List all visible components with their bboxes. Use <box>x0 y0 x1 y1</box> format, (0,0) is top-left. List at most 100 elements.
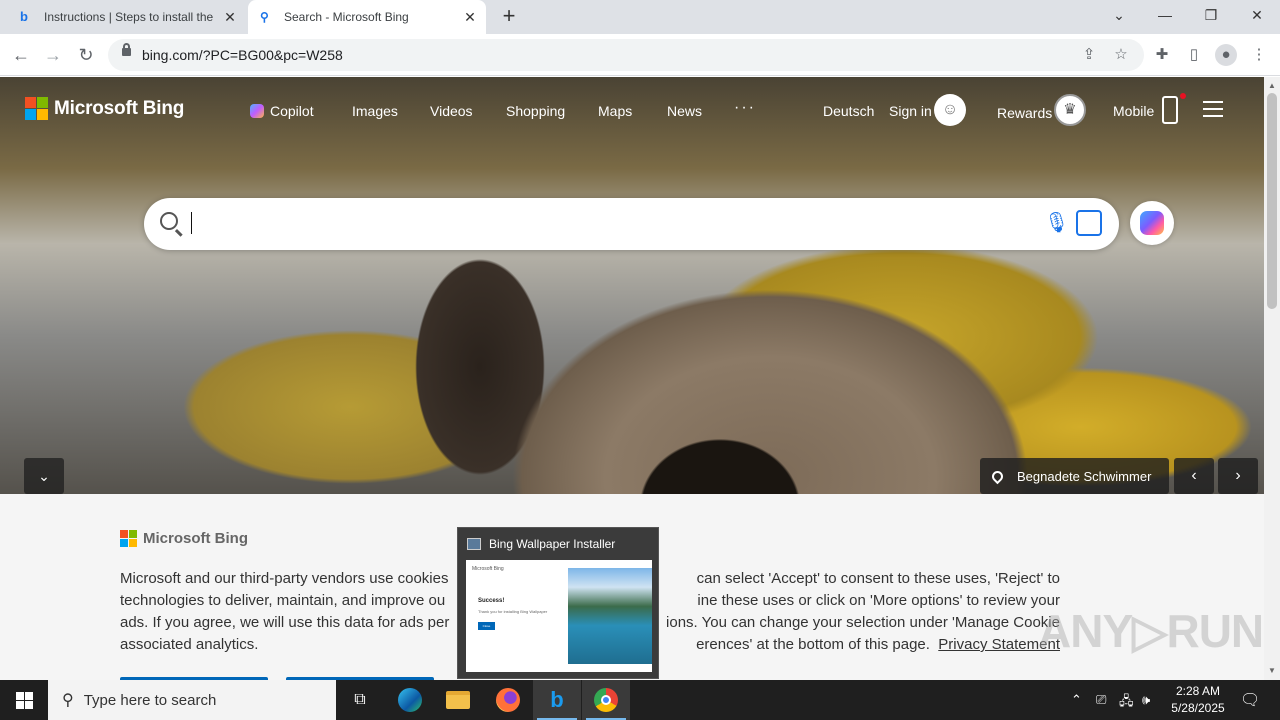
tab-title: Search - Microsoft Bing <box>284 10 409 24</box>
close-tab-icon[interactable]: ✕ <box>462 9 478 26</box>
installer-app-icon <box>467 538 481 550</box>
nav-maps[interactable]: Maps <box>598 103 632 119</box>
search-icon: ⚲ <box>62 692 74 709</box>
sign-in-link[interactable]: Sign in <box>889 103 932 119</box>
profile-icon[interactable]: ● <box>1215 44 1237 66</box>
taskbar-search-box[interactable]: ⚲ Type here to search <box>48 680 336 720</box>
thumbnail-landscape-image <box>568 568 652 664</box>
share-icon[interactable]: ⇪ <box>1080 46 1098 64</box>
scroll-down-arrow-icon[interactable]: ▼ <box>1268 666 1276 675</box>
cookie-text-line: Microsoft and our third-party vendors us… <box>120 570 449 587</box>
nav-copilot-label: Copilot <box>270 103 314 119</box>
taskbar-thumbnail-preview[interactable]: Bing Wallpaper Installer Microsoft Bing … <box>457 527 659 679</box>
cookie-text-line: erences' at the bottom of this page. <box>696 636 930 653</box>
hamburger-menu-icon[interactable] <box>1203 101 1223 117</box>
side-panel-icon[interactable]: ▯ <box>1185 46 1203 64</box>
nav-videos[interactable]: Videos <box>430 103 473 119</box>
thumbnail-window: Microsoft Bing Success! Thank you for in… <box>466 560 652 672</box>
thumbnail-title: Bing Wallpaper Installer <box>489 537 616 551</box>
previous-image-button[interactable]: ‹ <box>1174 458 1214 494</box>
extensions-icon[interactable]: ✚ <box>1153 46 1171 64</box>
bing-icon: b <box>20 9 28 24</box>
phone-icon[interactable] <box>1162 96 1178 124</box>
cookie-text-line: can select 'Accept' to consent to these … <box>696 570 1060 587</box>
nav-images[interactable]: Images <box>352 103 398 119</box>
microsoft-logo-icon <box>25 97 48 120</box>
tab-title: Instructions | Steps to install the <box>44 10 214 24</box>
browser-toolbar: ← → ↻ bing.com/?PC=BG00&pc=W258 ⇪ ☆ ✚ ▯ … <box>0 34 1280 76</box>
thumbnail-close-button: Close <box>478 622 495 630</box>
tab-instructions[interactable]: b Instructions | Steps to install the ✕ <box>8 0 246 34</box>
nav-more[interactable]: ··· <box>734 99 756 117</box>
lock-icon[interactable] <box>122 43 131 56</box>
hero-background-image: Microsoft Bing Copilot Images Videos Sho… <box>0 77 1264 494</box>
search-icon[interactable] <box>160 212 178 230</box>
nav-copilot[interactable]: Copilot <box>250 103 314 119</box>
cookie-text-line: technologies to deliver, maintain, and i… <box>120 592 446 609</box>
close-tab-icon[interactable]: ✕ <box>222 9 238 26</box>
cookie-text-line: ions. You can change your selection unde… <box>666 614 1060 631</box>
cookie-text-line: ads. If you agree, we will use this data… <box>120 614 450 631</box>
restore-button[interactable]: ❐ <box>1188 0 1234 30</box>
cookie-text-line: ine these uses or click on 'More options… <box>697 592 1060 609</box>
thumbnail-heading: Success! <box>478 598 505 604</box>
bookmark-star-icon[interactable]: ☆ <box>1112 46 1130 64</box>
firefox-icon[interactable] <box>484 680 532 720</box>
tray-overflow-icon[interactable]: ⌃ <box>1071 692 1082 708</box>
cookie-text-line: associated analytics. <box>120 636 259 653</box>
search-input[interactable] <box>191 212 192 234</box>
cookie-banner-brand: Microsoft Bing <box>143 530 248 547</box>
chevron-down-icon[interactable]: ⌄ <box>24 458 64 494</box>
cookie-banner-logo: Microsoft Bing <box>120 530 248 547</box>
image-location-label: Begnadete Schwimmer <box>1017 468 1152 484</box>
trophy-icon[interactable]: ♛ <box>1054 94 1086 126</box>
kebab-menu-icon[interactable]: ⋮ <box>1250 46 1268 64</box>
nav-news[interactable]: News <box>667 103 702 119</box>
location-pin-icon <box>989 468 1006 484</box>
search-box[interactable]: 🎙 <box>144 198 1119 250</box>
vertical-scrollbar[interactable]: ▲ ▼ <box>1264 77 1280 680</box>
microsoft-logo-icon <box>120 530 137 547</box>
language-link[interactable]: Deutsch <box>823 103 874 119</box>
chrome-icon[interactable] <box>582 680 630 720</box>
network-icon[interactable]: 🖧 <box>1119 692 1134 714</box>
image-info-button[interactable]: Begnadete Schwimmer <box>980 458 1169 494</box>
clock-time: 2:28 AM <box>1175 684 1221 698</box>
forward-arrow-icon[interactable]: → <box>42 44 64 66</box>
visual-search-icon[interactable] <box>1076 210 1102 236</box>
nav-shopping[interactable]: Shopping <box>506 103 565 119</box>
url-text[interactable]: bing.com/?PC=BG00&pc=W258 <box>142 47 343 63</box>
start-button[interactable] <box>0 680 48 720</box>
user-avatar-icon[interactable]: ☺ <box>934 94 966 126</box>
address-bar[interactable]: bing.com/?PC=BG00&pc=W258 ⇪ ☆ <box>108 39 1144 71</box>
tab-bing-search[interactable]: ⚲ Search - Microsoft Bing ✕ <box>248 0 486 34</box>
microphone-icon[interactable]: 🎙 <box>1044 210 1069 235</box>
close-window-button[interactable]: ✕ <box>1234 0 1280 30</box>
task-view-icon[interactable]: ⧉ <box>336 680 384 720</box>
new-tab-button[interactable]: + <box>498 5 520 27</box>
rewards-link[interactable]: Rewards <box>997 105 1052 121</box>
thumbnail-subtext: Thank you for installing Bing Wallpaper <box>478 609 548 614</box>
volume-icon[interactable]: 🕪 <box>1142 692 1150 708</box>
taskbar-clock[interactable]: 2:28 AM 5/28/2025 <box>1162 683 1234 717</box>
mobile-link[interactable]: Mobile <box>1113 103 1154 119</box>
bing-wallpaper-taskbar-icon[interactable]: b <box>533 680 581 720</box>
reload-icon[interactable]: ↻ <box>75 44 97 66</box>
brand-name: Microsoft Bing <box>54 97 185 119</box>
copilot-button[interactable] <box>1130 201 1174 245</box>
minimize-button[interactable]: — <box>1142 0 1188 30</box>
file-explorer-icon[interactable] <box>434 680 482 720</box>
notification-dot <box>1180 93 1186 99</box>
next-image-button[interactable]: › <box>1218 458 1258 494</box>
scrollbar-thumb[interactable] <box>1267 93 1277 309</box>
clock-date: 5/28/2025 <box>1171 701 1225 715</box>
bing-logo[interactable]: Microsoft Bing <box>25 97 184 120</box>
back-arrow-icon[interactable]: ← <box>10 44 32 66</box>
search-icon: ⚲ <box>260 10 269 24</box>
thumbnail-brand: Microsoft Bing <box>472 566 504 572</box>
tab-search-icon[interactable]: ⌄ <box>1096 0 1142 30</box>
notification-center-icon[interactable]: 🗨 <box>1240 690 1260 710</box>
scroll-up-arrow-icon[interactable]: ▲ <box>1268 81 1276 90</box>
edge-icon[interactable] <box>386 680 434 720</box>
device-icon[interactable]: ⎚ <box>1096 692 1106 708</box>
